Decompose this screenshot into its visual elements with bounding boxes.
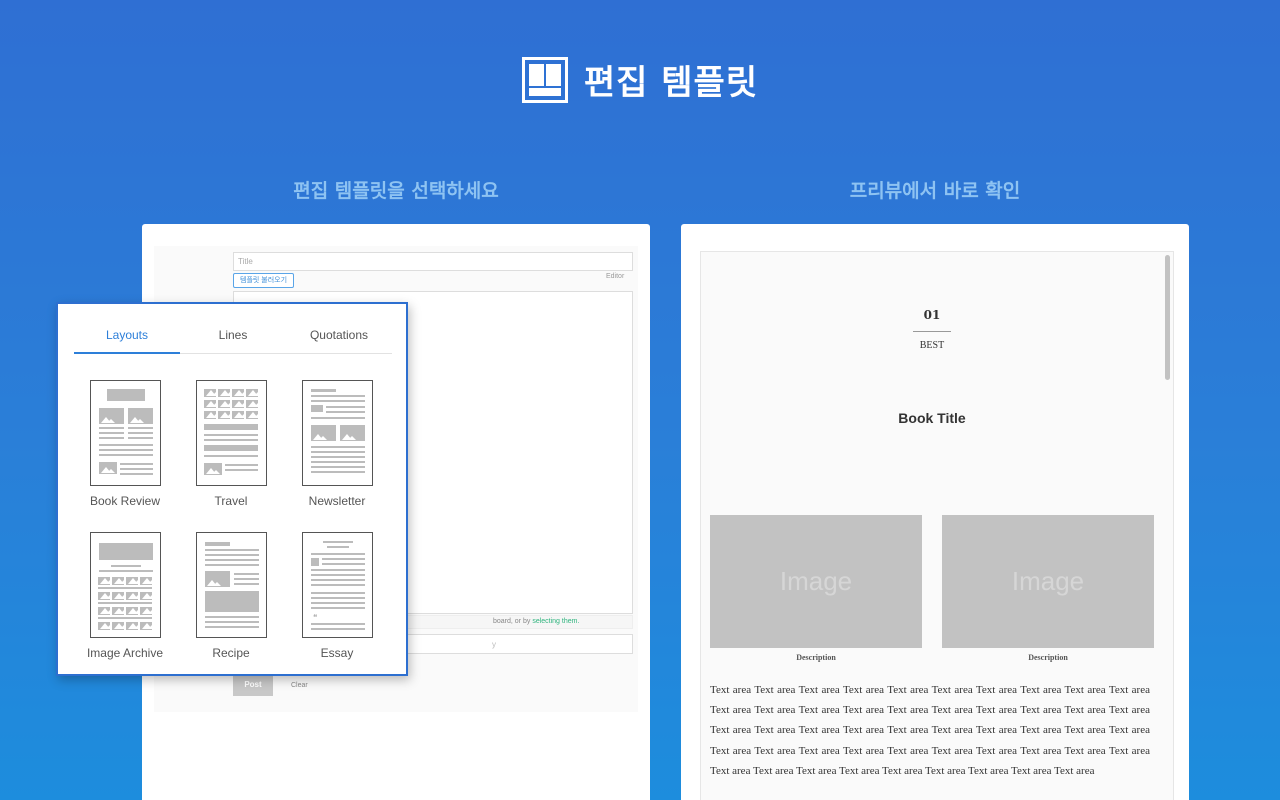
title-input[interactable]: Title bbox=[233, 252, 633, 271]
template-label-travel[interactable]: Travel bbox=[178, 494, 284, 508]
right-subtitle: 프리뷰에서 바로 확인 bbox=[849, 180, 1021, 202]
quote-mark-icon: ❝ bbox=[313, 613, 318, 622]
secondary-input-hint: y bbox=[492, 640, 496, 649]
preview-image-description: Description bbox=[796, 653, 836, 662]
template-label-newsletter[interactable]: Newsletter bbox=[284, 494, 390, 508]
preview-image-placeholder: Image bbox=[942, 515, 1154, 648]
template-layout-icon bbox=[521, 56, 568, 103]
preview-panel: 01 BEST Book Title Image Image Descripti… bbox=[681, 224, 1189, 800]
template-thumb-newsletter[interactable] bbox=[302, 380, 373, 486]
select-files-link[interactable]: selecting them. bbox=[532, 618, 579, 625]
template-thumb-essay[interactable]: ❝ bbox=[302, 532, 373, 638]
preview-image-description: Description bbox=[1028, 653, 1068, 662]
tab-quotations[interactable]: Quotations bbox=[286, 324, 392, 353]
preview-number: 01 bbox=[923, 308, 941, 322]
clear-button[interactable]: Clear bbox=[291, 682, 308, 689]
app-title: 편집 템플릿 bbox=[583, 63, 759, 103]
template-tabs: Layouts Lines Quotations bbox=[74, 324, 392, 354]
template-thumb-recipe[interactable] bbox=[196, 532, 267, 638]
load-template-button[interactable]: 템플릿 불러오기 bbox=[233, 273, 295, 288]
tab-layouts[interactable]: Layouts bbox=[74, 324, 180, 354]
preview-badge: BEST bbox=[919, 340, 945, 351]
template-thumb-image-archive[interactable] bbox=[90, 532, 161, 638]
preview-book-title: Book Title bbox=[898, 410, 966, 426]
template-label-image-archive[interactable]: Image Archive bbox=[72, 646, 178, 660]
left-subtitle: 편집 템플릿을 선택하세요 bbox=[293, 180, 499, 202]
template-label-essay[interactable]: Essay bbox=[284, 646, 390, 660]
preview-divider bbox=[913, 331, 951, 332]
template-popup: Layouts Lines Quotations Book Review Tra… bbox=[56, 302, 408, 676]
template-thumb-travel[interactable] bbox=[196, 380, 267, 486]
preview-text-area: Text area Text area Text area Text area … bbox=[710, 684, 1150, 777]
template-label-book-review[interactable]: Book Review bbox=[72, 494, 178, 508]
template-thumb-book-review[interactable] bbox=[90, 380, 161, 486]
preview-image-placeholder: Image bbox=[710, 515, 922, 648]
post-button[interactable]: Post bbox=[233, 674, 273, 696]
tab-lines[interactable]: Lines bbox=[180, 324, 286, 353]
preview-scrollbar[interactable] bbox=[1165, 255, 1170, 380]
preview-frame[interactable]: 01 BEST Book Title Image Image Descripti… bbox=[700, 251, 1174, 800]
header: 편집 템플릿 bbox=[0, 55, 1280, 104]
editor-label: Editor bbox=[606, 273, 625, 280]
template-label-recipe[interactable]: Recipe bbox=[178, 646, 284, 660]
